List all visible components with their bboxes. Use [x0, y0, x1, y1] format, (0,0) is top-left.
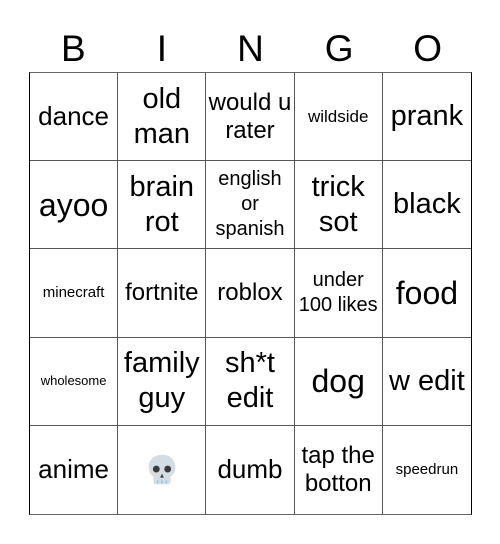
- bingo-cell-text: family guy: [123, 347, 200, 415]
- bingo-cell[interactable]: would u rater: [206, 73, 295, 162]
- bingo-cell-text: english or spanish: [215, 168, 285, 241]
- bingo-cell-text: trick sot: [311, 170, 365, 238]
- bingo-cell-text: wholesome: [40, 372, 107, 388]
- bingo-cell[interactable]: food: [382, 249, 471, 338]
- bingo-cell-text: under 100 likes: [298, 268, 378, 316]
- bingo-cell[interactable]: speedrun: [383, 426, 471, 514]
- header-letter-i: I: [156, 28, 168, 69]
- bingo-cell-text: w edit: [389, 364, 465, 397]
- bingo-cell-text: minecraft: [42, 284, 105, 302]
- bingo-cell-text: dance: [38, 100, 110, 131]
- skull-icon: [148, 454, 176, 485]
- bingo-cell[interactable]: fortnite: [118, 249, 207, 338]
- bingo-cell[interactable]: brain rot: [118, 161, 207, 250]
- bingo-header: B I N G O: [29, 26, 472, 72]
- bingo-cell[interactable]: [118, 425, 207, 514]
- bingo-cell[interactable]: minecraft: [30, 249, 119, 338]
- header-letter-o: O: [413, 28, 443, 69]
- bingo-cell-text: prank: [390, 100, 464, 133]
- bingo-cell[interactable]: sh*t edit: [206, 337, 295, 426]
- header-letter-b: B: [60, 28, 86, 69]
- bingo-cell[interactable]: english or spanish: [206, 161, 295, 250]
- bingo-cell[interactable]: black: [382, 161, 471, 250]
- bingo-cell[interactable]: wildside: [294, 73, 383, 162]
- bingo-cell[interactable]: dumb: [206, 425, 295, 514]
- bingo-cell-text: anime: [38, 453, 109, 484]
- bingo-cell[interactable]: family guy: [118, 337, 207, 426]
- bingo-cell-text: black: [393, 188, 461, 221]
- bingo-cell-text: brain rot: [129, 170, 195, 238]
- bingo-cell[interactable]: w edit: [382, 338, 471, 426]
- bingo-cell-text: roblox: [217, 279, 283, 307]
- bingo-cell[interactable]: dance: [30, 73, 119, 162]
- bingo-cell-text: fortnite: [125, 279, 199, 307]
- bingo-cell[interactable]: anime: [30, 425, 119, 514]
- bingo-cell[interactable]: under 100 likes: [294, 249, 383, 338]
- bingo-grid: dance old man would u rater wildside prank ay…: [29, 72, 472, 515]
- bingo-cell[interactable]: roblox: [206, 249, 295, 338]
- bingo-cell-text: tap the botton: [301, 442, 375, 497]
- bingo-cell[interactable]: prank: [382, 73, 471, 162]
- bingo-cell-text: speedrun: [395, 461, 459, 479]
- bingo-cell[interactable]: old man: [118, 73, 207, 162]
- bingo-cell[interactable]: dog: [294, 337, 383, 426]
- bingo-cell-text: wildside: [307, 106, 369, 126]
- bingo-cell-text: would u rater: [208, 89, 292, 144]
- bingo-cell-text: sh*t edit: [225, 347, 275, 415]
- bingo-cell-text: ayoo: [38, 186, 109, 223]
- bingo-cell[interactable]: trick sot: [294, 161, 383, 250]
- header-letter-g: G: [324, 28, 354, 69]
- bingo-cell[interactable]: ayoo: [30, 161, 119, 250]
- bingo-cell-text: old man: [133, 82, 190, 150]
- bingo-cell[interactable]: wholesome: [30, 337, 119, 426]
- bingo-cell-text: food: [395, 274, 459, 311]
- header-letter-n: N: [237, 28, 264, 69]
- bingo-cell-text: dog: [311, 363, 365, 399]
- bingo-cell[interactable]: tap the botton: [295, 425, 383, 514]
- bingo-cell-text: dumb: [217, 453, 283, 484]
